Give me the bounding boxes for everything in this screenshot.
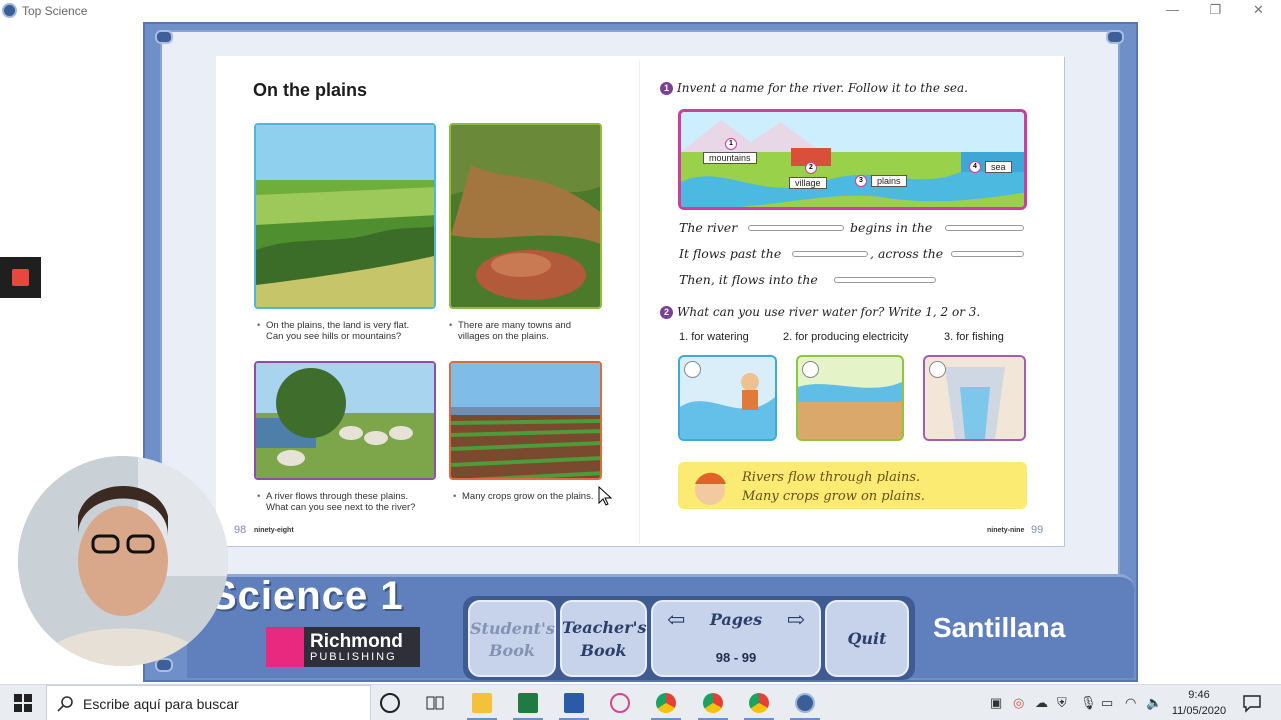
plains-fields-photo [254, 123, 436, 309]
town-valley-photo [449, 123, 602, 309]
cortana-icon[interactable] [380, 693, 400, 713]
chrome-profile-icon[interactable] [703, 693, 723, 713]
summary-box: Rivers flow through plains. Many crops gr… [678, 462, 1027, 509]
blank-field [945, 225, 1024, 231]
fill-line-1b: begins in the [850, 220, 933, 235]
restore-button[interactable]: ❐ [1194, 0, 1237, 22]
clock-time: 9:46 [1188, 689, 1210, 701]
taskbar-search-box[interactable]: Escribe aquí para buscar [46, 685, 371, 720]
caption-3: A river flows through these plains.What … [257, 491, 415, 513]
security-icon[interactable]: ⛨ [1057, 695, 1067, 711]
brand-title: Science 1 [210, 574, 404, 618]
fishing-illustration [678, 355, 777, 441]
page-title: On the plains [253, 80, 368, 100]
volume-icon[interactable]: 🔈 [1146, 695, 1162, 711]
stop-icon [12, 269, 29, 286]
page-word-left: ninety-eight [254, 527, 294, 534]
caption-2: There are many towns andvillages on the … [449, 320, 571, 342]
word-icon[interactable] [564, 693, 584, 713]
search-icon [57, 696, 73, 712]
snip-sketch-icon[interactable] [610, 693, 630, 713]
page-word-right: ninety-nine [987, 527, 1025, 534]
rivet-decoration [1106, 30, 1124, 44]
blank-field [792, 251, 868, 257]
top-science-app-icon[interactable] [795, 693, 815, 713]
map-label-mountains: mountains [703, 152, 757, 164]
answer-circle [802, 361, 819, 378]
teachers-book-button[interactable]: Teacher's Book [560, 600, 647, 677]
close-button[interactable]: ✕ [1237, 0, 1280, 22]
excel-icon[interactable] [518, 693, 538, 713]
tray-app-icon[interactable]: ◎ [1013, 695, 1024, 711]
option-watering: 1. for watering [679, 331, 749, 343]
caption-1: On the plains, the land is very flat.Can… [257, 320, 409, 342]
blank-field [951, 251, 1024, 257]
fill-line-2: It flows past the [679, 246, 782, 261]
fill-line-2b: , across the [870, 246, 944, 261]
window-title: Top Science [22, 4, 88, 18]
pages-navigator: ⇦ Pages ⇨ 98 - 99 [651, 600, 821, 677]
onedrive-icon[interactable]: ☁ [1035, 695, 1048, 711]
map-label-village: village [789, 177, 827, 189]
file-explorer-icon[interactable] [472, 693, 492, 713]
question-2: 2 What can you use river water for? Write… [660, 305, 980, 319]
santillana-logo: Santillana [933, 612, 1066, 643]
mouse-cursor-icon [598, 486, 613, 506]
map-label-plains: plains [871, 175, 907, 187]
answer-circle [684, 361, 701, 378]
task-view-icon[interactable] [425, 693, 445, 713]
pages-value: 98 - 99 [715, 650, 757, 665]
windows-taskbar: Escribe aquí para buscar ▣ ◎ ☁ ⛨ 🎙 ▭ ◠ 🔈… [0, 684, 1281, 720]
fill-line-3: Then, it flows into the [679, 272, 818, 287]
tray-app-icon[interactable]: ▣ [990, 695, 1002, 711]
search-placeholder: Escribe aquí para buscar [83, 696, 239, 712]
river-sheep-photo [254, 361, 436, 480]
book-gutter [639, 60, 640, 544]
chrome-profile-icon[interactable] [749, 693, 769, 713]
river-map-illustration: 1 mountains 2 village 3 plains 4 sea [678, 109, 1027, 210]
minimize-button[interactable]: — [1151, 0, 1194, 22]
system-clock[interactable]: 9:46 11/05/2020 [1168, 687, 1230, 719]
watering-illustration [796, 355, 904, 441]
wifi-icon[interactable]: ◠ [1125, 695, 1136, 711]
richmond-logo-mark [266, 627, 304, 667]
fill-line-1: The river [679, 220, 738, 235]
title-bar: Top Science — ❐ ✕ [0, 0, 1281, 22]
students-book-button[interactable]: Student's Book [468, 600, 556, 677]
notifications-icon[interactable] [1242, 693, 1262, 713]
page-number-left: 98 [234, 524, 247, 536]
quit-button[interactable]: Quit [825, 600, 909, 677]
record-stop-button[interactable] [0, 257, 41, 298]
next-page-arrow-icon[interactable]: ⇨ [787, 607, 805, 633]
question-1: 1 Invent a name for the river. Follow it … [660, 81, 968, 95]
microphone-icon[interactable]: 🎙 [1080, 695, 1097, 711]
richmond-logo: Richmond PUBLISHING [266, 627, 420, 667]
option-fishing: 3. for fishing [944, 331, 1004, 343]
summary-text: Rivers flow through plains. Many crops gr… [742, 470, 925, 504]
page-number-right: 99 [1031, 524, 1044, 536]
caption-4: Many crops grow on the plains. [453, 491, 594, 502]
app-root: Top Science — ❐ ✕ On the plains • On the… [0, 0, 1281, 720]
map-label-sea: sea [985, 161, 1012, 173]
chrome-icon[interactable] [656, 693, 676, 713]
blank-field [748, 225, 844, 231]
clock-date: 11/05/2020 [1171, 705, 1227, 717]
dam-illustration [923, 355, 1026, 441]
blank-field [834, 277, 936, 283]
answer-circle [929, 361, 946, 378]
option-electricity: 2. for producing electricity [783, 331, 909, 343]
windows-start-icon[interactable] [13, 693, 33, 713]
rivet-decoration [155, 30, 173, 44]
webcam-overlay [18, 456, 228, 666]
crop-field-photo [449, 361, 602, 480]
app-icon [2, 3, 17, 18]
battery-icon[interactable]: ▭ [1101, 695, 1113, 711]
